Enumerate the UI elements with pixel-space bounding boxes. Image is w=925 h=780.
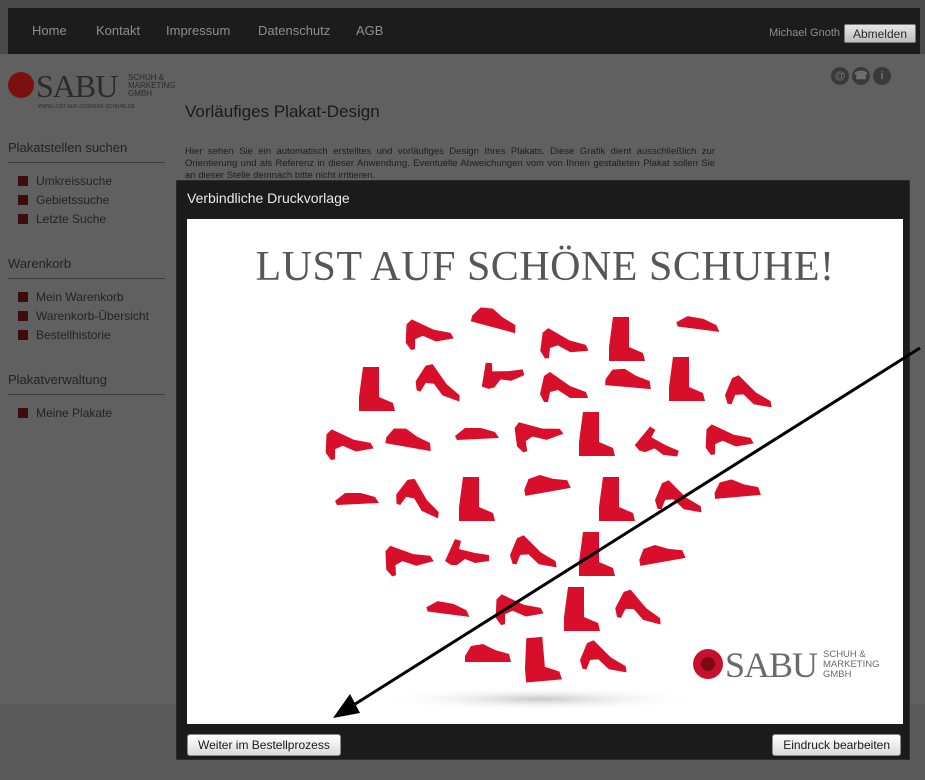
sidebar-item-label: Umkreissuche [36,174,113,188]
dialog-title: Verbindliche Druckvorlage [187,190,350,206]
shoe-silhouette [714,479,761,499]
user-name: Michael Gnoth [769,27,840,39]
shoe-silhouette [396,478,439,519]
square-bullet-icon [18,311,28,321]
continue-order-button[interactable]: Weiter im Bestellprozess [187,734,341,756]
poster-sabu-logo: SABU SCHUH & MARKETING GMBH [693,645,893,685]
nav-datenschutz-link[interactable]: Datenschutz [258,23,330,38]
shoe-silhouette [609,317,645,361]
email-icon[interactable]: @ [831,67,849,85]
sidebar-item-label: Mein Warenkorb [36,290,124,304]
sun-logo-icon [8,72,34,98]
shoe-silhouette [481,362,525,389]
sidebar-heading-plakatstellen: Plakatstellen suchen [8,140,128,155]
shoe-silhouette [724,375,772,408]
shoe-silhouette [459,477,495,521]
square-bullet-icon [18,408,28,418]
sidebar-item-meine-plakate[interactable]: Meine Plakate [18,406,112,420]
drop-shadow [380,687,700,711]
sidebar-item-gebietssuche[interactable]: Gebietssuche [18,193,109,207]
sidebar-divider [8,278,165,279]
poster-logo-wordmark: SABU [725,645,818,685]
sidebar-item-label: Bestellhistorie [36,328,111,342]
sabu-logo[interactable]: SABU SCHUH & MARKETING GMBH WWW.LUST-AUF… [8,68,176,112]
sidebar-item-label: Letzte Suche [36,212,107,226]
shoe-silhouette [634,426,679,457]
shoe-silhouette [445,539,489,565]
shoe-silhouette [495,594,544,625]
square-bullet-icon [18,292,28,302]
logo-subtitle: SCHUH & MARKETING GMBH [128,74,176,98]
shoe-silhouette [509,535,557,568]
shoe-silhouette [335,493,379,505]
page-title: Vorläufiges Plakat-Design [185,102,380,121]
page-intro-text: Hier sehen Sie ein automatisch erstellte… [185,146,715,181]
sidebar-heading-warenkorb: Warenkorb [8,256,72,271]
poster-headline: LUST AUF SCHÖNE SCHUHE! [255,244,835,290]
shoe-silhouette [426,601,470,617]
square-bullet-icon [18,176,28,186]
sidebar-divider [8,162,165,163]
info-icon[interactable]: i [873,67,891,85]
shoe-silhouette [579,640,627,673]
sidebar-divider [8,394,165,395]
shoe-silhouette [524,636,563,683]
shoe-silhouette [359,367,395,411]
shoe-silhouette [385,428,431,452]
nav-impressum-link[interactable]: Impressum [166,23,230,38]
sidebar-item-label: Warenkorb-Übersicht [36,309,149,323]
sidebar-item-label: Gebietssuche [36,193,110,207]
edit-imprint-button[interactable]: Eindruck bearbeiten [772,734,901,756]
shoe-silhouette [524,474,571,496]
logo-sub-line: GMBH [128,89,152,98]
square-bullet-icon [18,195,28,205]
shoe-silhouette [599,477,635,521]
nav-kontakt-link[interactable]: Kontakt [96,23,140,38]
logout-button[interactable]: Abmelden [843,24,916,43]
shoe-silhouette [564,587,600,631]
shoe-silhouette [579,412,615,456]
shoe-silhouette [705,424,754,455]
screen: Home Kontakt Impressum Datenschutz AGB M… [0,0,925,780]
logo-wordmark: SABU [36,68,118,104]
sidebar-item-umkreissuche[interactable]: Umkreissuche [18,174,112,188]
square-bullet-icon [18,214,28,224]
sidebar-item-mein-warenkorb[interactable]: Mein Warenkorb [18,290,124,304]
shoe-silhouette [540,372,588,402]
nav-home-link[interactable]: Home [32,23,67,38]
square-bullet-icon [18,330,28,340]
shoe-silhouette [470,307,516,334]
phone-icon[interactable]: ☎ [852,67,870,85]
poster-preview: LUST AUF SCHÖNE SCHUHE! SABU SCHUH & MAR… [187,219,903,724]
shoe-silhouette [455,428,499,440]
shoe-silhouette [415,364,460,402]
print-template-dialog: Verbindliche Druckvorlage LUST AUF SCHÖN… [176,180,910,760]
poster-logo-sub-line: GMBH [823,669,852,680]
logo-url: WWW.LUST-AUF-SCHOENE-SCHUHE.DE [38,104,135,110]
contact-icons: @ ☎ i [828,66,891,85]
shoe-silhouette [654,480,702,513]
shoe-silhouettes [325,307,772,683]
sun-logo-icon [693,649,723,679]
shoe-silhouette [514,422,564,453]
sidebar-item-warenkorb-uebersicht[interactable]: Warenkorb-Übersicht [18,309,149,323]
shoe-silhouette [605,368,651,390]
shoe-silhouette [639,544,686,566]
shoe-silhouette [325,429,374,460]
shoe-silhouette [669,357,705,401]
shoe-silhouette [579,532,615,576]
shoe-silhouette [385,545,434,577]
sidebar-heading-plakatverwaltung: Plakatverwaltung [8,372,107,387]
sidebar-item-bestellhistorie[interactable]: Bestellhistorie [18,328,111,342]
shoe-silhouette [405,319,454,350]
top-nav-bar: Home Kontakt Impressum Datenschutz AGB M… [8,8,920,54]
sidebar-item-letzte-suche[interactable]: Letzte Suche [18,212,106,226]
shoe-silhouette [676,316,720,332]
sidebar-item-label: Meine Plakate [36,406,113,420]
shoe-silhouette [540,328,589,359]
nav-agb-link[interactable]: AGB [356,23,383,38]
shoe-silhouette [465,644,511,662]
shoe-silhouette [615,589,661,625]
poster-logo-subtitle: SCHUH & MARKETING GMBH [823,650,879,680]
